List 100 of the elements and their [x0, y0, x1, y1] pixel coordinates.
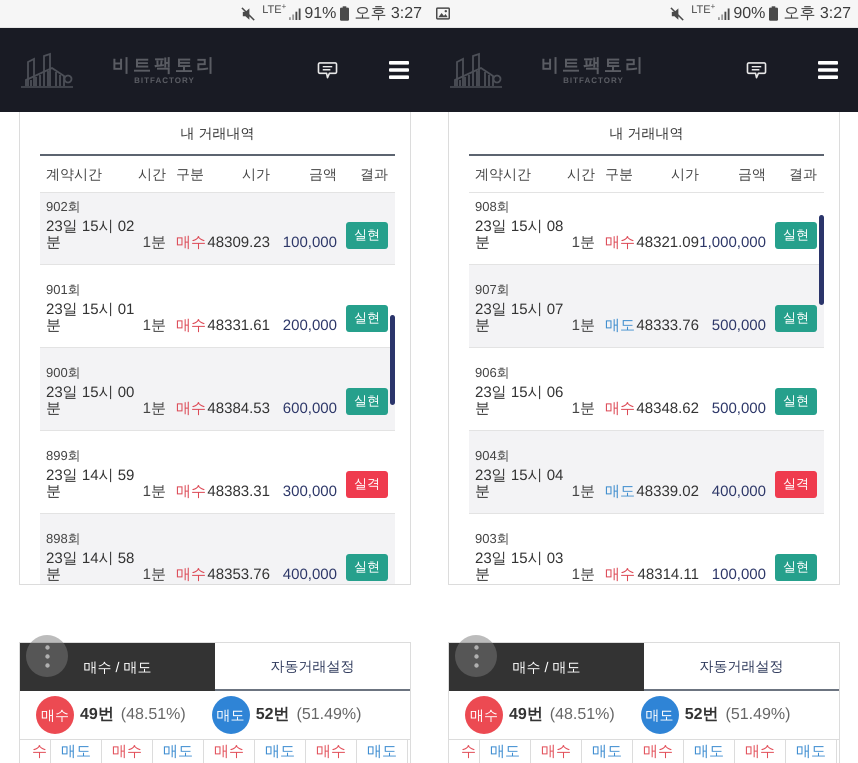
side-badge: 매수: [465, 696, 503, 734]
tab[interactable]: 매수 / 매도: [20, 643, 215, 691]
side-label: 매수: [176, 484, 206, 500]
column-header: 계약시간: [475, 164, 531, 184]
trend-cell: 매도: [684, 740, 735, 763]
percent-label: (48.51%): [120, 705, 186, 725]
duration-cell: 1분: [572, 567, 595, 583]
amount-cell: 300,000: [282, 484, 337, 500]
speech-bubble-icon: [317, 60, 338, 80]
signal-icon: [718, 8, 730, 20]
brand-subtitle: BITFACTORY: [134, 76, 195, 86]
mute-icon: [241, 6, 256, 20]
contract-time: 23일 15시 03분: [475, 551, 564, 583]
chat-button[interactable]: [746, 60, 767, 80]
trend-cell: 수: [20, 740, 51, 763]
trend-cell: 매도: [480, 740, 531, 763]
side-label: 매도: [605, 484, 635, 500]
duration-cell: 1분: [142, 484, 166, 500]
column-header: 금액: [309, 164, 337, 184]
result-badge: 실현: [775, 222, 817, 248]
image-icon: [436, 7, 450, 20]
count-label: 49번: [509, 705, 543, 725]
more-button[interactable]: [455, 635, 497, 677]
side-label: 매수: [605, 235, 635, 251]
trend-cell: 매도: [786, 740, 837, 763]
contract-time: 23일 14시 59분: [46, 468, 136, 500]
duration-cell: 1분: [572, 318, 595, 334]
result-badge: 실현: [775, 304, 817, 332]
round-number: 898회: [46, 531, 81, 547]
trend-cell: 매도: [357, 740, 408, 763]
battery-percentage: 91%: [304, 6, 336, 22]
price-cell: 48383.31: [207, 484, 270, 500]
column-header: 시가: [242, 164, 270, 184]
speech-bubble-icon: [746, 60, 767, 80]
trend-cell: 매수: [735, 740, 786, 763]
round-number: 903회: [475, 531, 510, 547]
side-label: 매수: [176, 401, 206, 417]
contract-time: 23일 15시 01분: [46, 302, 136, 334]
trend-cell: 매수: [633, 740, 684, 763]
amount-cell: 100,000: [712, 567, 766, 583]
menu-button[interactable]: [818, 61, 838, 79]
menu-icon: [818, 61, 838, 79]
percent-label: (51.49%): [726, 705, 790, 725]
amount-cell: 500,000: [712, 401, 766, 417]
brand-name: 비트팩토리: [112, 54, 217, 76]
contract-time: 23일 15시 08분: [475, 219, 564, 251]
result-badge: 실현: [346, 304, 388, 332]
amount-cell: 600,000: [282, 401, 337, 417]
round-number: 899회: [46, 448, 81, 464]
battery-percentage: 90%: [733, 6, 766, 22]
menu-button[interactable]: [389, 61, 409, 79]
round-number: 902회: [46, 199, 81, 215]
card-title: 내 거래내역: [180, 124, 254, 142]
amount-cell: 500,000: [712, 318, 766, 334]
duration-cell: 1분: [142, 567, 166, 583]
result-badge: 실현: [775, 388, 817, 414]
clock-time: 오후 3:27: [783, 6, 851, 22]
percent-label: (48.51%): [550, 705, 615, 725]
chat-button[interactable]: [317, 60, 338, 80]
column-header: 금액: [738, 164, 766, 184]
battery-icon: [340, 6, 350, 21]
amount-cell: 200,000: [282, 318, 337, 334]
duration-cell: 1분: [142, 401, 166, 417]
side-label: 매수: [176, 235, 206, 251]
amount-cell: 100,000: [282, 235, 337, 251]
round-number: 906회: [475, 365, 510, 381]
trend-cell: 매도: [582, 740, 633, 763]
card-title: 내 거래내역: [610, 124, 684, 142]
column-header: 계약시간: [46, 164, 102, 184]
side-label: 매수: [605, 401, 635, 417]
duration-cell: 1분: [572, 235, 595, 251]
result-badge: 실격: [346, 470, 388, 498]
column-header: 결과: [360, 164, 388, 184]
brand-subtitle: BITFACTORY: [563, 76, 624, 86]
count-label: 52번: [256, 705, 290, 725]
trend-cell: 매수: [531, 740, 582, 763]
side-badge: 매도: [212, 696, 250, 734]
amount-cell: 400,000: [282, 567, 337, 583]
result-badge: 실현: [775, 554, 817, 580]
network-indicator: LTE$^{+}$: [262, 5, 286, 16]
tab[interactable]: 매수 / 매도: [449, 643, 644, 691]
trend-cell: 매수: [306, 740, 357, 763]
contract-time: 23일 15시 02분: [46, 219, 136, 251]
more-button[interactable]: [26, 635, 68, 677]
menu-icon: [389, 61, 409, 79]
trend-cell: 수: [449, 740, 480, 763]
signal-icon: [289, 8, 302, 20]
brand-name: 비트팩토리: [541, 54, 646, 76]
mute-icon: [670, 6, 686, 20]
side-label: 매수: [605, 567, 635, 583]
contract-time: 23일 15시 07분: [475, 302, 564, 334]
duration-cell: 1분: [572, 484, 595, 500]
trend-cell: 매수: [102, 740, 153, 763]
duration-cell: 1분: [572, 401, 595, 417]
round-number: 907회: [475, 282, 510, 298]
contract-time: 23일 15시 06분: [475, 385, 564, 417]
price-cell: 48314.11: [638, 567, 699, 583]
contract-time: 23일 15시 00분: [46, 385, 136, 417]
count-label: 49번: [80, 705, 114, 725]
duration-cell: 1분: [142, 235, 166, 251]
